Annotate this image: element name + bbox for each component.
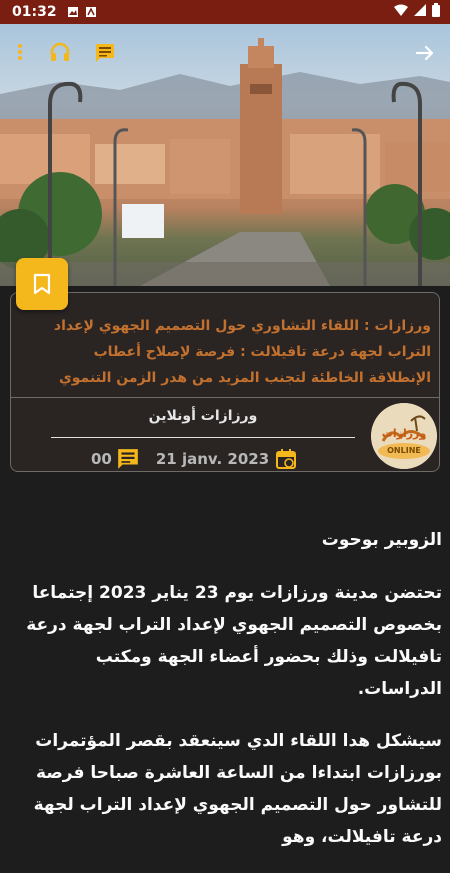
more-vert-icon[interactable] xyxy=(10,42,30,62)
gallery-notification-icon xyxy=(67,7,78,17)
bookmark-button[interactable] xyxy=(16,258,68,310)
article-paragraph: سيشكل هدا اللقاء الدي سينعقد بقصر المؤتم… xyxy=(33,731,442,847)
article-paragraph: تحتضن مدينة ورزازات يوم 23 يناير 2023 إج… xyxy=(26,583,442,699)
status-bar: 01:32 xyxy=(0,0,450,24)
source-logo[interactable]: ورزازات ONLINE xyxy=(371,403,437,469)
source-underline xyxy=(51,437,355,438)
card-divider xyxy=(11,397,439,398)
wifi-icon xyxy=(394,4,408,16)
bookmark-icon xyxy=(33,273,51,295)
post-date: 21 janv. 2023 xyxy=(155,450,270,468)
logo-text: ورزازات xyxy=(381,427,427,440)
status-time: 01:32 xyxy=(12,4,57,20)
app-notification-icon xyxy=(85,7,96,17)
signal-icon xyxy=(414,4,426,16)
comments-count: 00 xyxy=(91,450,112,468)
battery-icon xyxy=(432,3,440,17)
comments-icon[interactable] xyxy=(116,447,140,471)
post-title: ورزازات : اللقاء التشاوري حول التصميم ال… xyxy=(53,318,431,386)
post-card: ورزازات : اللقاء التشاوري حول التصميم ال… xyxy=(10,292,440,472)
share-arrow-icon[interactable] xyxy=(412,40,438,66)
post-meta-row: 00 21 janv. 2023 xyxy=(91,447,297,471)
calendar-icon xyxy=(276,449,297,469)
article-author: الزوبير بوحوت xyxy=(321,530,442,550)
article-body: الزوبير بوحوت تحتضن مدينة ورزازات يوم 23… xyxy=(0,525,450,873)
comment-icon[interactable] xyxy=(92,40,118,66)
post-source[interactable]: ورزازات أونلاين xyxy=(51,408,355,424)
headphones-icon[interactable] xyxy=(48,40,72,64)
logo-sub: ONLINE xyxy=(387,446,421,455)
